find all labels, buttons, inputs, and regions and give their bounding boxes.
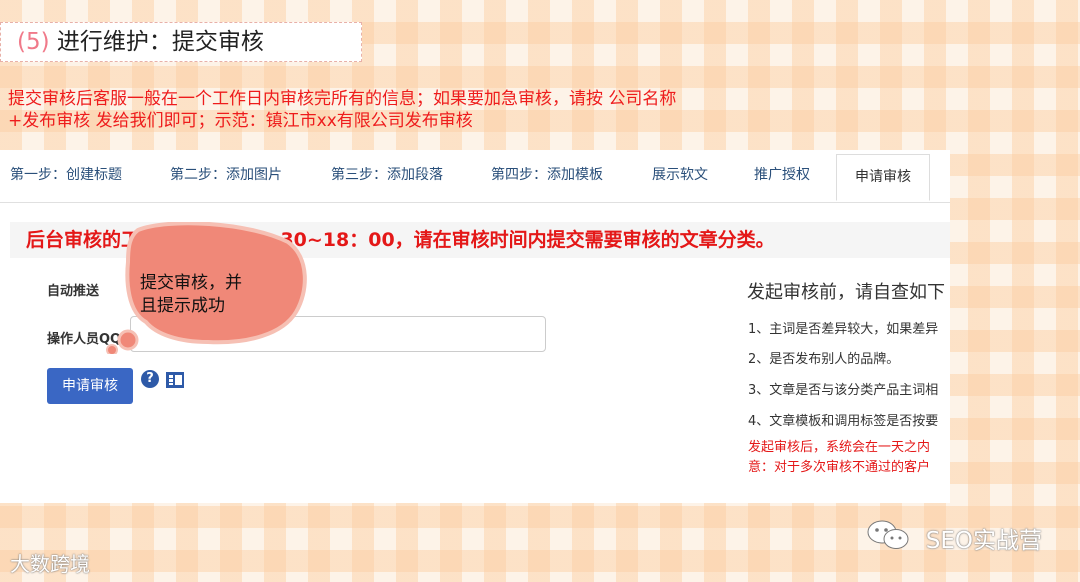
watermark-left: 大数跨境 — [10, 552, 90, 576]
checklist-note-1: 发起审核后，系统会在一天之内 — [748, 440, 931, 455]
checklist-item: 1、主词是否差异较大，如果差异 — [748, 322, 939, 337]
tab-create-title[interactable]: 第一步：创建标题 — [10, 164, 122, 184]
apply-review-button[interactable]: 申请审核 — [47, 368, 133, 404]
tab-add-image[interactable]: 第二步：添加图片 — [170, 164, 282, 184]
checklist-item: 3、文章是否与该分类产品主词相 — [748, 383, 939, 398]
instruction-line-1: 提交审核后客服一般在一个工作日内审核完所有的信息；如果要加急审核，请按 公司名称 — [8, 89, 677, 109]
tab-add-template[interactable]: 第四步：添加模板 — [491, 164, 603, 184]
slide-title-number: (5) — [17, 29, 50, 55]
tab-promotion-auth[interactable]: 推广授权 — [754, 164, 810, 184]
callout-text: 提交审核，并 且提示成功 — [140, 272, 280, 318]
callout-line-1: 提交审核，并 — [140, 273, 242, 293]
auto-push-label: 自动推送 — [47, 284, 100, 299]
slide-instruction: 提交审核后客服一般在一个工作日内审核完所有的信息；如果要加急审核，请按 公司名称… — [8, 88, 828, 132]
help-icon[interactable]: ? — [141, 370, 159, 388]
instruction-line-2: +发布审核 发给我们即可；示范：镇江市xx有限公司发布审核 — [8, 111, 473, 131]
slide-title-text: 进行维护：提交审核 — [56, 29, 264, 55]
checklist-item: 2、是否发布别人的品牌。 — [748, 352, 900, 367]
checklist-note-2: 意：对于多次审核不通过的客户 — [748, 460, 931, 475]
tab-apply-review[interactable]: 申请审核 — [836, 154, 930, 201]
tab-show-article[interactable]: 展示软文 — [652, 164, 708, 184]
wechat-icon — [867, 520, 909, 549]
checklist-title: 发起审核前，请自查如下 — [747, 282, 945, 303]
tab-add-paragraph[interactable]: 第三步：添加段落 — [331, 164, 443, 184]
callout-line-2: 且提示成功 — [140, 296, 225, 316]
watermark-right: SEO实战营 — [925, 528, 1042, 554]
checklist-item: 4、文章模板和调用标签是否按要 — [748, 414, 939, 429]
video-icon[interactable] — [165, 370, 185, 390]
slide-title: (5) 进行维护：提交审核 — [0, 22, 362, 62]
step-tabs: 第一步：创建标题 第二步：添加图片 第三步：添加段落 第四步：添加模板 展示软文… — [0, 150, 950, 203]
